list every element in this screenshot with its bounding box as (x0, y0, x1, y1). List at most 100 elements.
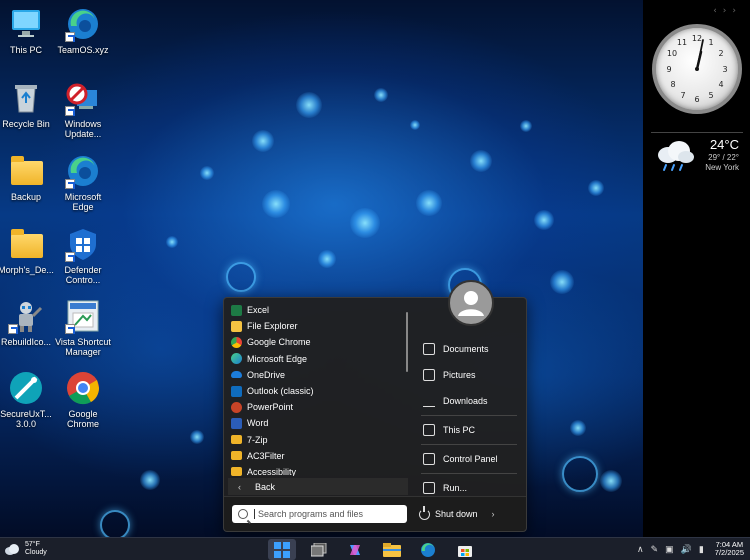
taskbar-copilot[interactable] (341, 539, 369, 560)
start-menu-right-column: Documents Pictures Downloads This PC Con… (417, 336, 521, 501)
chevron-right-icon[interactable]: › (492, 509, 495, 519)
clock-gadget[interactable]: 12 1 2 345 678 9 10 11 (652, 24, 742, 114)
svg-text:9: 9 (666, 65, 671, 74)
search-icon (238, 509, 248, 519)
desktop-icon-google-chrome[interactable]: Google Chrome (53, 370, 113, 429)
program-item-ac3filter[interactable]: AC3Filter (228, 448, 408, 464)
desktop-icon-microsoft-edge[interactable]: Microsoft Edge (53, 153, 113, 212)
desktop-icon-teamos[interactable]: TeamOS.xyz (53, 6, 113, 55)
program-item-onedrive[interactable]: OneDrive (228, 367, 408, 383)
word-icon (231, 417, 242, 429)
taskbar-clock[interactable]: 7:04 AM 7/2/2025 (715, 541, 744, 557)
svg-text:3: 3 (722, 65, 727, 74)
taskbar-task-view[interactable] (305, 539, 333, 560)
program-item-microsoft-edge[interactable]: Microsoft Edge (228, 351, 408, 367)
desktop-icon-defender-control[interactable]: Defender Contro... (53, 226, 113, 285)
outlook-icon (231, 385, 242, 397)
edge-icon (231, 353, 242, 365)
store-icon (458, 545, 472, 557)
windows-logo-icon (274, 541, 290, 558)
weather-gadget[interactable]: 24°C 29° / 22° New York (651, 132, 743, 178)
edge-icon (65, 153, 101, 189)
chrome-icon (65, 370, 101, 406)
chevron-up-icon[interactable]: ∧ (637, 544, 644, 555)
volume-icon[interactable]: 🔊 (681, 544, 692, 555)
taskbar-file-explorer[interactable] (378, 539, 406, 560)
program-item-excel[interactable]: Excel (228, 302, 408, 318)
right-item-documents[interactable]: Documents (417, 336, 521, 362)
sidebar-nav-arrows[interactable]: ‹›› (713, 6, 742, 16)
desktop-icon-morphs-de[interactable]: Morph's_De... (0, 226, 56, 275)
program-item-outlook[interactable]: Outlook (classic) (228, 383, 408, 399)
folder-icon (8, 153, 44, 189)
excel-icon (231, 304, 242, 316)
taskbar-microsoft-store[interactable] (451, 539, 479, 560)
desktop-icon-vista-shortcut-manager[interactable]: Vista Shortcut Manager (53, 298, 113, 357)
program-list-scrollbar[interactable] (406, 312, 408, 372)
desktop-icon-windows-update[interactable]: Windows Update... (53, 80, 113, 139)
program-item-file-explorer[interactable]: File Explorer (228, 318, 408, 334)
program-item-accessibility[interactable]: Accessibility (228, 464, 408, 476)
folder-icon (231, 451, 242, 461)
taskbar-start-button[interactable] (268, 539, 296, 560)
copilot-icon (350, 544, 360, 555)
svg-text:10: 10 (667, 49, 677, 58)
svg-text:1: 1 (708, 38, 713, 47)
svg-text:7: 7 (680, 91, 685, 100)
user-avatar[interactable] (448, 280, 494, 326)
search-input[interactable] (254, 509, 394, 519)
program-item-word[interactable]: Word (228, 415, 408, 431)
cloud-icon (5, 543, 19, 555)
robot-icon (8, 298, 44, 334)
recycle-bin-icon (8, 80, 44, 116)
gadget-sidebar: ‹›› 12 1 2 345 678 9 10 11 24°C 29° / 22° Ne… (643, 0, 750, 537)
right-item-downloads[interactable]: Downloads (417, 388, 521, 414)
chrome-icon (231, 336, 242, 348)
folder-icon (231, 467, 242, 476)
pictures-icon (423, 369, 435, 381)
clock-face: 12 12 345 678 91011 (666, 34, 727, 104)
taskbar-weather-desc: Cloudy (25, 549, 47, 556)
program-item-google-chrome[interactable]: Google Chrome (228, 334, 408, 350)
edge-icon (421, 542, 435, 557)
folder-icon (8, 226, 44, 262)
power-icon (419, 505, 430, 520)
defender-icon (65, 226, 101, 262)
search-box[interactable] (232, 505, 407, 523)
right-column-divider (421, 415, 517, 416)
documents-icon (423, 343, 435, 355)
desktop-icon-secureuxt[interactable]: SecureUxT... 3.0.0 (0, 370, 56, 429)
powerpoint-icon (231, 401, 242, 413)
start-menu-bottom-bar: Shut down › (224, 496, 526, 531)
onedrive-icon (231, 371, 242, 379)
shortcut-manager-icon (65, 298, 101, 334)
taskbar-microsoft-edge[interactable] (414, 539, 442, 560)
weather-temperature: 24°C (709, 137, 739, 152)
desktop-icon-backup[interactable]: Backup (0, 153, 56, 202)
back-button[interactable]: ‹ Back (228, 478, 408, 495)
desktop-icon-this-pc[interactable]: This PC (0, 6, 56, 55)
network-icon[interactable]: ▣ (665, 544, 674, 555)
svg-text:4: 4 (718, 80, 723, 89)
program-item-7zip[interactable]: 7-Zip (228, 432, 408, 448)
battery-icon[interactable]: ▮ (699, 544, 704, 555)
system-tray: ∧ ✎ ▣ 🔊 ▮ 7:04 AM 7/2/2025 (637, 541, 744, 557)
right-item-pictures[interactable]: Pictures (417, 362, 521, 388)
downloads-icon (423, 395, 435, 407)
file-explorer-icon (383, 542, 401, 557)
edge-icon (65, 6, 101, 42)
this-pc-icon (423, 424, 435, 436)
pen-icon[interactable]: ✎ (651, 544, 659, 555)
right-column-divider (421, 444, 517, 445)
shutdown-button[interactable]: Shut down › (419, 505, 495, 523)
desktop-icon-rebuildico[interactable]: RebuildIco... (0, 298, 56, 347)
taskbar-weather[interactable]: 57°F Cloudy (4, 541, 47, 557)
right-item-control-panel[interactable]: Control Panel (417, 446, 521, 472)
right-item-this-pc[interactable]: This PC (417, 417, 521, 443)
chevron-left-icon: ‹ (238, 481, 241, 492)
desktop-icon-recycle-bin[interactable]: Recycle Bin (0, 80, 56, 129)
svg-text:5: 5 (708, 91, 713, 100)
weather-city: New York (705, 163, 739, 172)
program-item-powerpoint[interactable]: PowerPoint (228, 399, 408, 415)
program-list: Excel File Explorer Google Chrome Micros… (228, 302, 408, 476)
